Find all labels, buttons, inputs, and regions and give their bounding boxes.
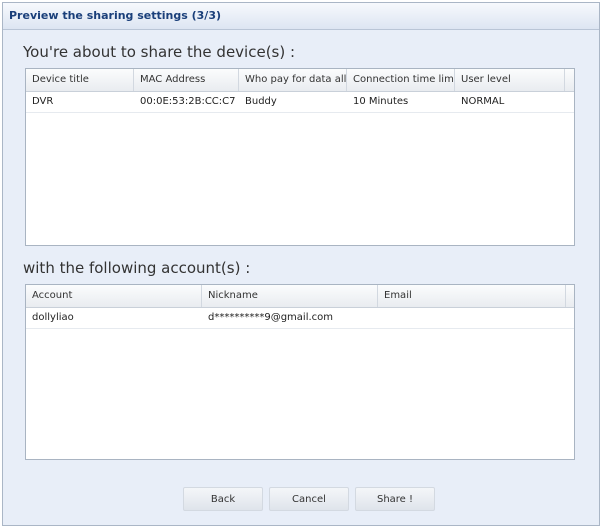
cell-who-pay: Buddy (245, 96, 277, 107)
column-header-device-title[interactable]: Device title (26, 69, 134, 91)
cell-nickname: d**********9@gmail.com (208, 312, 334, 323)
column-header-email[interactable]: Email (378, 285, 566, 307)
back-button[interactable]: Back (183, 487, 263, 511)
column-header-who-pay[interactable]: Who pay for data allc (239, 69, 347, 91)
cell-device-title: DVR (32, 96, 54, 107)
column-header-nickname[interactable]: Nickname (202, 285, 378, 307)
column-header-filler (566, 285, 574, 307)
share-button[interactable]: Share ! (355, 487, 435, 511)
column-header-mac-address[interactable]: MAC Address (134, 69, 239, 91)
table-row[interactable]: dollyliao d**********9@gmail.com (26, 308, 574, 329)
devices-grid: Device title MAC Address Who pay for dat… (25, 68, 575, 246)
column-header-filler (565, 69, 574, 91)
column-header-user-level[interactable]: User level (455, 69, 565, 91)
sharing-dialog: Preview the sharing settings (3/3) You'r… (2, 2, 600, 526)
cell-user-level: NORMAL (461, 96, 505, 107)
cancel-button[interactable]: Cancel (269, 487, 349, 511)
table-row[interactable]: DVR 00:0E:53:2B:CC:C7 Buddy 10 Minutes N… (26, 92, 574, 113)
cell-account: dollyliao (32, 312, 74, 323)
cell-connection-time-limit: 10 Minutes (353, 96, 409, 107)
accounts-grid: Account Nickname Email dollyliao d******… (25, 284, 575, 460)
accounts-heading: with the following account(s) : (23, 259, 251, 277)
devices-grid-header: Device title MAC Address Who pay for dat… (26, 69, 574, 92)
column-header-connection-time-limit[interactable]: Connection time limit (347, 69, 455, 91)
dialog-title: Preview the sharing settings (3/3) (3, 3, 599, 30)
accounts-grid-header: Account Nickname Email (26, 285, 574, 308)
column-header-account[interactable]: Account (26, 285, 202, 307)
cell-email (378, 308, 566, 328)
cell-mac-address: 00:0E:53:2B:CC:C7 (140, 96, 236, 107)
devices-heading: You're about to share the device(s) : (23, 43, 296, 61)
